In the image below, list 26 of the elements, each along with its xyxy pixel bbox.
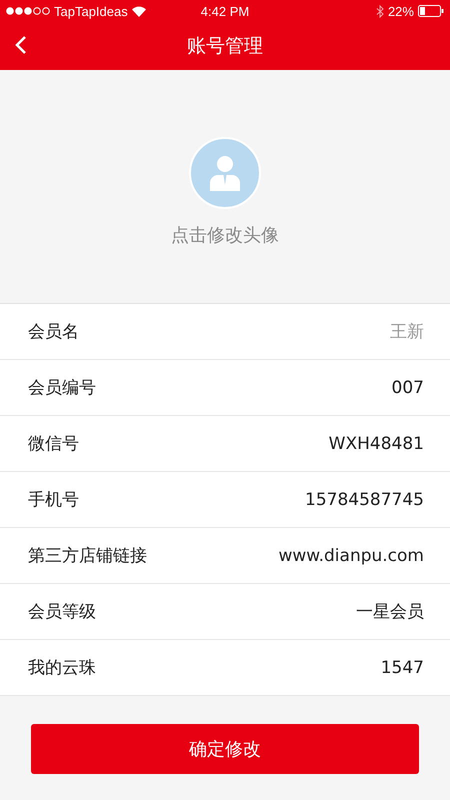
field-label: 手机号 (28, 489, 79, 511)
field-label: 我的云珠 (28, 657, 96, 679)
field-value: www.dianpu.com (278, 546, 424, 566)
field-label: 会员名 (28, 321, 79, 343)
clock: 4:42 PM (200, 4, 250, 18)
confirm-button[interactable]: 确定修改 (31, 724, 419, 774)
bluetooth-icon (376, 4, 384, 18)
person-icon (208, 154, 242, 190)
field-label: 会员编号 (28, 377, 96, 399)
wifi-icon (132, 6, 146, 16)
page-title: 账号管理 (187, 34, 263, 59)
field-value: 一星会员 (356, 601, 424, 623)
carrier-name: TapTapIdeas (54, 4, 128, 18)
field-value: 王新 (390, 321, 424, 343)
field-label: 第三方店铺链接 (28, 545, 147, 567)
field-value: 1547 (380, 658, 424, 678)
field-value: 15784587745 (305, 490, 424, 510)
avatar-caption: 点击修改头像 (171, 224, 279, 246)
signal-icon (6, 7, 50, 15)
field-value: 007 (392, 378, 424, 398)
field-value: WXH48481 (328, 434, 424, 454)
back-icon (14, 34, 28, 56)
battery-icon (418, 5, 444, 17)
field-label: 微信号 (28, 433, 79, 455)
battery-percent: 22% (388, 4, 414, 18)
field-label: 会员等级 (28, 601, 96, 623)
